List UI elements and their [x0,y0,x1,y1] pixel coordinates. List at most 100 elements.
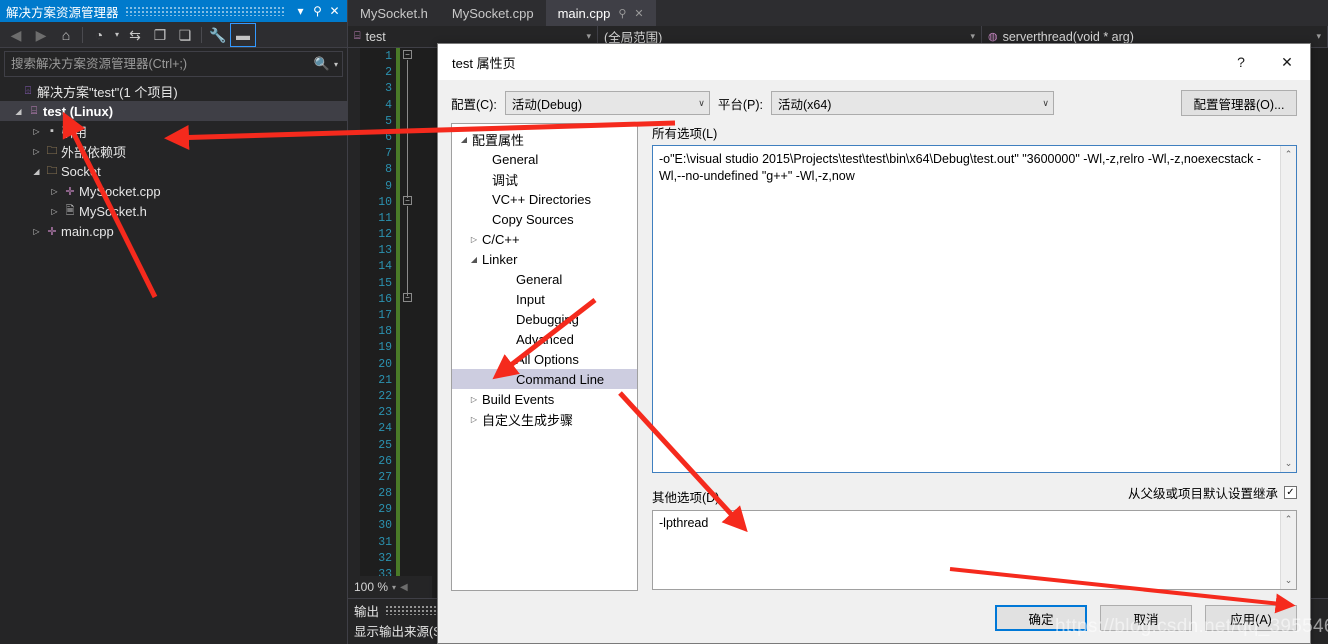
twisty-icon[interactable]: ▷ [466,395,482,404]
collapse-all-icon[interactable]: ▬ [230,22,256,47]
prop-node-label: 自定义生成步骤 [482,412,574,428]
twisty-icon[interactable]: ◢ [12,107,25,116]
twisty-icon[interactable]: ▷ [30,127,43,136]
config-label: 配置(C): [451,97,497,112]
refresh-icon[interactable]: ❐ [148,24,172,46]
solution-explorer-search[interactable]: 🔍 ▾ [4,51,343,77]
platform-dropdown[interactable]: 活动(x64) ∨ [770,91,1054,115]
other-options-value[interactable]: -lpthread [653,511,1280,589]
tree-item-mysocket-cpp[interactable]: ▷ ✛ MySocket.cpp [0,181,347,201]
chevron-down-icon[interactable]: ▾ [392,583,396,592]
twisty-icon[interactable]: ▷ [30,227,43,236]
tree-item-mysocket-h[interactable]: ▷ 🗎 MySocket.h [0,201,347,221]
twisty-icon: ▷ [500,275,516,284]
chevron-down-icon[interactable]: ▾ [586,31,591,42]
twisty-icon: ▷ [476,155,492,164]
editor-tabstrip: MySocket.h MySocket.cpp main.cpp ⚲ ✕ [348,0,1328,26]
tab-pin-icon[interactable]: ⚲ [618,7,626,20]
watermark-text: https://blog.csdn.net/qq_39554698 [1055,616,1328,637]
panel-close-icon[interactable]: ✕ [326,4,343,18]
prop-node-build-events[interactable]: ▷ Build Events [452,389,637,409]
chevron-down-icon[interactable]: ▾ [970,31,975,42]
search-icon[interactable]: 🔍 [314,56,330,72]
scroll-up-icon[interactable]: ⌃ [1285,149,1293,160]
twisty-icon[interactable]: ▷ [466,235,482,244]
collapse-box[interactable]: − [403,196,412,205]
configuration-manager-button[interactable]: 配置管理器(O)... [1181,90,1297,116]
scroll-down-icon[interactable]: ⌄ [1285,575,1293,586]
twisty-icon: ▷ [500,355,516,364]
home-icon[interactable]: ⌂ [54,24,78,46]
twisty-icon[interactable]: ▷ [48,207,61,216]
chevron-down-icon[interactable]: ▾ [1316,31,1321,42]
tree-item-socket-folder[interactable]: ◢ 🗀 Socket [0,161,347,181]
prop-node-linker-command-line[interactable]: ▷Command Line [452,369,637,389]
twisty-icon[interactable]: ◢ [466,255,482,264]
scroll-down-icon[interactable]: ⌄ [1285,458,1293,469]
line-number: 7 [385,147,392,161]
header-file-icon: 🗎 [65,204,75,217]
prop-node-vcpp-directories[interactable]: ▷VC++ Directories [452,189,637,209]
prop-node-c-cpp[interactable]: ▷ C/C++ [452,229,637,249]
help-icon[interactable]: ? [1218,44,1264,80]
prop-node-linker-general[interactable]: ▷General [452,269,637,289]
property-detail-pane: 所有选项(L) -o"E:\visual studio 2015\Project… [652,123,1297,591]
tree-item-references[interactable]: ▷ ▪ 引用 [0,121,347,141]
tree-item-external-dependencies[interactable]: ▷ 🗀 外部依赖项 [0,141,347,161]
twisty-icon[interactable]: ▷ [466,415,482,424]
line-number: 16 [378,292,392,306]
collapse-box[interactable]: − [403,293,412,302]
tree-item-main-cpp[interactable]: ▷ ✛ main.cpp [0,221,347,241]
prop-node-general[interactable]: ▷General [452,149,637,169]
show-all-files-icon[interactable]: ❏ [173,24,197,46]
twisty-icon[interactable]: ◢ [30,167,43,176]
all-options-textarea[interactable]: -o"E:\visual studio 2015\Projects\test\t… [652,145,1297,473]
panel-pin-icon[interactable]: ⚲ [309,4,326,18]
tree-item-solution[interactable]: ▷ ⌹ 解决方案"test"(1 个项目) [0,81,347,101]
twisty-icon[interactable]: ▷ [30,147,43,156]
line-number: 2 [385,66,392,80]
tab-mysocket-h[interactable]: MySocket.h [348,0,440,26]
twisty-icon: ▷ [476,215,492,224]
search-input[interactable] [11,57,314,71]
forward-icon[interactable]: ▶ [29,24,53,46]
panel-dropdown-icon[interactable]: ▾ [292,4,309,18]
tree-item-project-test[interactable]: ◢ ⌸ test (Linux) [0,101,347,121]
prop-node-linker-debugging[interactable]: ▷Debugging [452,309,637,329]
all-options-value[interactable]: -o"E:\visual studio 2015\Projects\test\t… [653,146,1280,472]
prop-node-linker-all-options[interactable]: ▷All Options [452,349,637,369]
tab-main-cpp[interactable]: main.cpp ⚲ ✕ [545,0,656,26]
close-icon[interactable]: ✕ [1264,44,1310,80]
prop-node-linker[interactable]: ◢ Linker [452,249,637,269]
prop-node-copy-sources[interactable]: ▷Copy Sources [452,209,637,229]
search-dropdown-icon[interactable]: ▾ [330,60,338,69]
prop-node-debug[interactable]: ▷调试 [452,169,637,189]
other-options-textarea[interactable]: -lpthread ⌃ ⌄ [652,510,1297,590]
prop-node-configuration-properties[interactable]: ◢ 配置属性 [452,129,637,149]
dialog-titlebar: test 属性页 ? ✕ [438,44,1310,80]
splitter-arrow-icon[interactable]: ◀ [400,582,408,593]
pending-changes-dropdown-icon[interactable]: ▾ [112,24,122,46]
editor-zoom-control[interactable]: 100 % ▾ ◀ [348,576,432,598]
line-number: 12 [378,228,392,242]
twisty-icon[interactable]: ▷ [48,187,61,196]
all-options-scrollbar[interactable]: ⌃ ⌄ [1280,146,1296,472]
prop-node-custom-build-step[interactable]: ▷ 自定义生成步骤 [452,409,637,429]
collapse-box[interactable]: − [403,50,412,59]
properties-wrench-icon[interactable]: 🔧 [206,24,230,46]
chevron-down-icon[interactable]: ∨ [1036,98,1049,109]
nav-function-label: serverthread(void * arg) [1002,29,1134,44]
sync-with-active-document-icon[interactable]: ⇆ [123,24,147,46]
prop-node-linker-advanced[interactable]: ▷Advanced [452,329,637,349]
scroll-up-icon[interactable]: ⌃ [1285,514,1293,525]
config-dropdown[interactable]: 活动(Debug) ∨ [504,91,710,115]
other-options-scrollbar[interactable]: ⌃ ⌄ [1280,511,1296,589]
other-options-label-row: 其他选项(D) [652,487,1297,506]
tab-close-icon[interactable]: ✕ [634,7,643,20]
tab-mysocket-cpp[interactable]: MySocket.cpp [440,0,546,26]
twisty-icon[interactable]: ◢ [456,135,472,144]
prop-node-linker-input[interactable]: ▷Input [452,289,637,309]
pending-changes-icon[interactable]: ◔ [87,24,111,46]
chevron-down-icon[interactable]: ∨ [692,98,705,109]
back-icon[interactable]: ◀ [4,24,28,46]
